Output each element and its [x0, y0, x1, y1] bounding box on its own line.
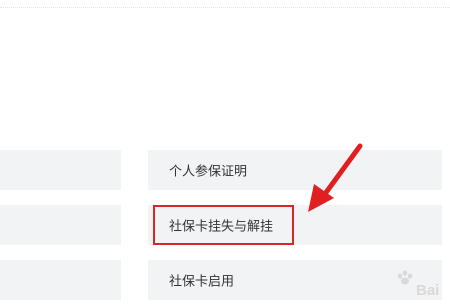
top-dotted-divider	[0, 7, 450, 8]
service-tile-left-1[interactable]	[0, 150, 121, 190]
highlight-box	[153, 205, 294, 245]
service-tile-left-2[interactable]	[0, 205, 121, 245]
red-arrow-icon	[308, 143, 363, 212]
service-tile-label: 个人参保证明	[169, 164, 248, 180]
baidu-paw-icon: Bai	[397, 270, 439, 299]
watermark-text: Bai	[416, 282, 439, 299]
service-tile-label: 社保卡启用	[169, 274, 235, 290]
service-tile-personal-insurance-certificate[interactable]: 个人参保证明	[148, 150, 442, 190]
service-tile-left-3[interactable]	[0, 260, 121, 300]
baidu-watermark: Bai	[396, 268, 450, 300]
screenshot-root: { "services": { "left_column": [ {"label…	[0, 0, 450, 300]
